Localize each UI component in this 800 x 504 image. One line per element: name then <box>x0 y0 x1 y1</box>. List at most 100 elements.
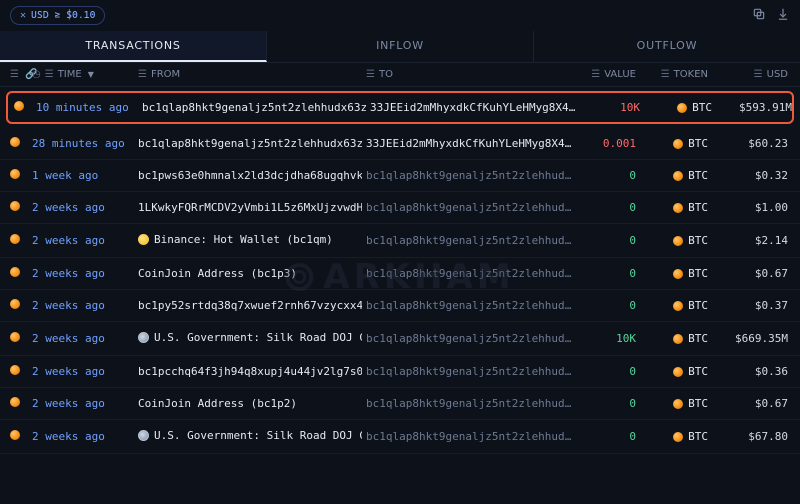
tabs: TRANSACTIONS INFLOW OUTFLOW <box>0 31 800 63</box>
filter-icon: ☰ <box>591 69 600 80</box>
cell-to[interactable]: bc1qlap8hkt9genaljz5nt2zlehhudx63zl… <box>366 299 574 312</box>
btc-icon <box>10 267 20 277</box>
table-row[interactable]: 2 weeks agobc1pcchq64f3jh94q8xupj4u44jv2… <box>0 356 800 388</box>
cell-from[interactable]: bc1pws63e0hmnalx2ld3dcjdha68ugqhvkx… <box>138 169 362 182</box>
table-row[interactable]: 2 weeks agoCoinJoin Address (bc1p3)bc1ql… <box>0 258 800 290</box>
cell-token[interactable]: BTC <box>640 234 708 247</box>
cell-time: 2 weeks ago <box>32 430 134 443</box>
cell-from[interactable]: CoinJoin Address (bc1p3) <box>138 267 362 280</box>
tab-outflow[interactable]: OUTFLOW <box>534 31 800 62</box>
cell-value: 0 <box>578 201 636 214</box>
cell-time: 2 weeks ago <box>32 332 134 345</box>
cell-from[interactable]: U.S. Government: Silk Road DOJ Conf <box>138 331 362 346</box>
cell-value: 0.001 <box>578 137 636 150</box>
cell-time: 2 weeks ago <box>32 234 134 247</box>
cell-to[interactable]: 33JEEid2mMhyxdkCfKuhYLeHMyg8X4jnoE <box>366 137 574 150</box>
table-row[interactable]: 10 minutes agobc1qlap8hkt9genaljz5nt2zle… <box>6 91 794 124</box>
table-row[interactable]: 28 minutes agobc1qlap8hkt9genaljz5nt2zle… <box>0 128 800 160</box>
table-row[interactable]: 2 weeks ago CoinJoin Address (bc1p2) bc1ql… <box>0 388 800 420</box>
cell-token[interactable]: BTC <box>640 430 708 443</box>
filter-icon: ☰ <box>138 69 147 80</box>
cell-token[interactable]: BTC <box>640 299 708 312</box>
table-row[interactable]: 2 weeks ago1LKwkyFQRrMCDV2yVmbi1L5z6MxUj… <box>0 192 800 224</box>
btc-icon <box>673 334 683 344</box>
copy-icon[interactable] <box>752 7 766 24</box>
table-row[interactable]: 2 weeks agobc1py52srtdq38q7xwuef2rnh67vz… <box>0 290 800 322</box>
cell-from[interactable]: U.S. Government: Silk Road DOJ C… <box>138 429 362 444</box>
cell-from[interactable]: bc1pcchq64f3jh94q8xupj4u44jv2lg7s09… <box>138 365 362 378</box>
btc-icon <box>10 234 20 244</box>
cell-to[interactable]: 33JEEid2mMhyxdkCfKuhYLeHMyg8X4jnoE <box>370 101 578 114</box>
cell-from[interactable]: bc1py52srtdq38q7xwuef2rnh67vzycxx4a… <box>138 299 362 312</box>
col-value[interactable]: ☰ VALUE <box>578 69 636 80</box>
seal-icon <box>138 332 149 343</box>
btc-icon <box>10 299 20 309</box>
cell-to[interactable]: bc1qlap8hkt9genaljz5nt2zlehhudx63zl… <box>366 267 574 280</box>
cell-from[interactable]: bc1qlap8hkt9genaljz5nt2zlehhudx63zl… <box>138 137 362 150</box>
col-from[interactable]: ☰ FROM <box>138 69 362 80</box>
download-icon[interactable] <box>776 7 790 24</box>
table-row[interactable]: 2 weeks ago U.S. Government: Silk Road DO… <box>0 420 800 454</box>
cell-usd: $593.91M <box>716 101 792 114</box>
cell-time: 2 weeks ago <box>32 397 134 410</box>
cell-token[interactable]: BTC <box>640 267 708 280</box>
btc-icon <box>10 169 20 179</box>
close-icon[interactable]: ✕ <box>20 10 26 21</box>
btc-icon <box>10 332 20 342</box>
cell-from[interactable]: Binance: Hot Wallet (bc1qm) <box>138 233 362 248</box>
table-row[interactable]: 2 weeks ago Binance: Hot Wallet (bc1qm) bc… <box>0 224 800 258</box>
btc-icon <box>14 101 24 111</box>
cell-token[interactable]: BTC <box>640 397 708 410</box>
btc-icon <box>673 139 683 149</box>
chevron-down-icon: ▼ <box>88 70 94 79</box>
btc-icon <box>10 137 20 147</box>
cell-token[interactable]: BTC <box>640 201 708 214</box>
cell-usd: $60.23 <box>712 137 788 150</box>
tab-inflow[interactable]: INFLOW <box>267 31 534 62</box>
col-time[interactable]: ◷ ☰ TIME ▼ <box>32 69 134 80</box>
cell-to[interactable]: bc1qlap8hkt9genaljz5nt2zlehhudx63zl… <box>366 365 574 378</box>
cell-from[interactable]: 1LKwkyFQRrMCDV2yVmbi1L5z6MxUjzvwdH <box>138 201 362 214</box>
cell-usd: $0.36 <box>712 365 788 378</box>
col-usd[interactable]: ☰ USD <box>712 69 788 80</box>
cell-token[interactable]: BTC <box>640 332 708 345</box>
cell-value: 0 <box>578 169 636 182</box>
cell-usd: $0.37 <box>712 299 788 312</box>
cell-to[interactable]: bc1qlap8hkt9genaljz5nt2zlehhudx63zl… <box>366 169 574 182</box>
cell-value: 10K <box>578 332 636 345</box>
col-to[interactable]: ☰ TO <box>366 69 574 80</box>
filter-chip[interactable]: ✕ USD ≥ $0.10 <box>10 6 105 25</box>
cell-to[interactable]: bc1qlap8hkt9genaljz5nt2zlehhudx63zl… <box>366 201 574 214</box>
cell-value: 0 <box>578 397 636 410</box>
btc-icon <box>673 203 683 213</box>
cell-from[interactable]: CoinJoin Address (bc1p2) <box>138 397 362 410</box>
btc-icon <box>673 269 683 279</box>
table-body: 10 minutes agobc1qlap8hkt9genaljz5nt2zle… <box>0 91 800 454</box>
seal-icon <box>138 430 149 441</box>
cell-token[interactable]: BTC <box>644 101 712 114</box>
table-row[interactable]: 1 week ago bc1pws63e0hmnalx2ld3dcjdha68ug… <box>0 160 800 192</box>
btc-icon <box>10 365 20 375</box>
cell-time: 1 week ago <box>32 169 134 182</box>
cell-to[interactable]: bc1qlap8hkt9genaljz5nt2zlehhudx63zl… <box>366 397 574 410</box>
cell-token[interactable]: BTC <box>640 169 708 182</box>
cell-value: 0 <box>578 365 636 378</box>
cell-token[interactable]: BTC <box>640 137 708 150</box>
cell-to[interactable]: bc1qlap8hkt9genaljz5nt2zlehhudx63zl… <box>366 430 574 443</box>
cell-token[interactable]: BTC <box>640 365 708 378</box>
table-row[interactable]: 2 weeks ago U.S. Government: Silk Road DO… <box>0 322 800 356</box>
filter-icon: ☰ <box>366 69 375 80</box>
filter-icon[interactable]: ☰ <box>10 69 19 80</box>
tab-transactions[interactable]: TRANSACTIONS <box>0 31 267 62</box>
btc-icon <box>673 236 683 246</box>
cell-to[interactable]: bc1qlap8hkt9genaljz5nt2zlehhudx63zl… <box>366 234 574 247</box>
btc-icon <box>10 397 20 407</box>
cell-from[interactable]: bc1qlap8hkt9genaljz5nt2zlehhudx63zl… <box>142 101 366 114</box>
cell-usd: $0.67 <box>712 267 788 280</box>
cell-to[interactable]: bc1qlap8hkt9genaljz5nt2zlehhudx63zl… <box>366 332 574 345</box>
btc-icon <box>677 103 687 113</box>
btc-icon <box>673 399 683 409</box>
cell-value: 10K <box>582 101 640 114</box>
cell-value: 0 <box>578 430 636 443</box>
col-token[interactable]: ☰ TOKEN <box>640 69 708 80</box>
